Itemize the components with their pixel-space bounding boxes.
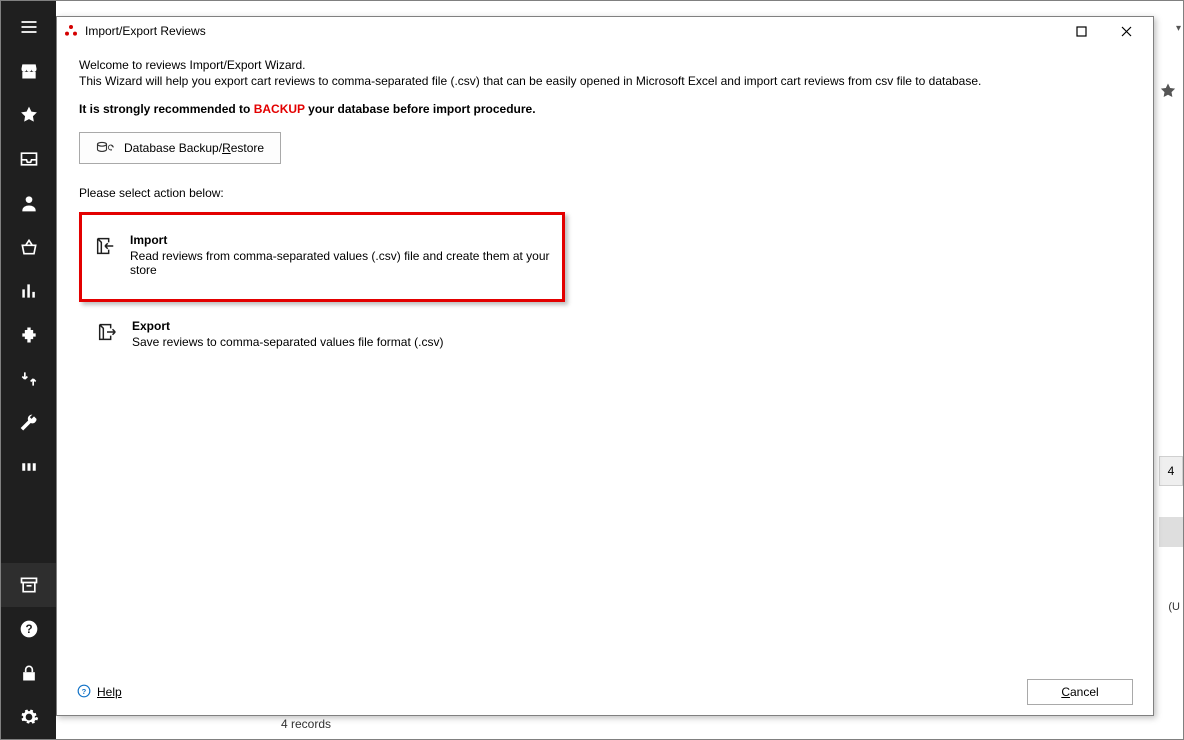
dialog-title: Import/Export Reviews: [85, 24, 206, 38]
sidebar-basket[interactable]: [1, 225, 56, 269]
bg-cell-text: (U: [1168, 601, 1180, 613]
bg-grey-band: [1159, 517, 1183, 547]
help-label: Help: [97, 685, 122, 699]
window-close-button[interactable]: [1104, 19, 1149, 43]
sidebar-store[interactable]: [1, 49, 56, 93]
app-root: ▾ 4 (U 4 records ? Import/Export Reviews: [0, 0, 1184, 740]
backup-button-label: Database Backup/Restore: [124, 141, 264, 155]
sidebar-user[interactable]: [1, 181, 56, 225]
intro-line-1: Welcome to reviews Import/Export Wizard.: [79, 57, 1131, 73]
database-backup-restore-button[interactable]: Database Backup/Restore: [79, 132, 281, 164]
intro-line-2: This Wizard will help you export cart re…: [79, 73, 1131, 89]
bg-dropdown-caret: ▾: [1176, 23, 1181, 34]
cancel-button[interactable]: Cancel: [1027, 679, 1133, 705]
svg-text:?: ?: [25, 623, 32, 636]
sidebar-plugin[interactable]: [1, 313, 56, 357]
sidebar-sync[interactable]: [1, 445, 56, 489]
import-title: Import: [130, 233, 552, 247]
sidebar-gear[interactable]: [1, 695, 56, 739]
export-icon: [96, 321, 118, 343]
sidebar-wrench[interactable]: [1, 401, 56, 445]
sidebar-inbox[interactable]: [1, 137, 56, 181]
dialog-body: Welcome to reviews Import/Export Wizard.…: [57, 45, 1153, 715]
export-title: Export: [132, 319, 443, 333]
export-desc: Save reviews to comma-separated values f…: [132, 335, 443, 349]
svg-text:?: ?: [82, 686, 87, 695]
sidebar-chart[interactable]: [1, 269, 56, 313]
dialog-titlebar: Import/Export Reviews: [57, 17, 1153, 45]
records-count-label: 4 records: [281, 717, 331, 731]
bg-cell-4: 4: [1159, 456, 1183, 486]
app-logo-icon: [63, 23, 79, 39]
window-maximize-button[interactable]: [1059, 19, 1104, 43]
import-action-card[interactable]: Import Read reviews from comma-separated…: [79, 212, 565, 302]
import-export-dialog: Import/Export Reviews Welcome to reviews…: [56, 16, 1154, 716]
sidebar-help[interactable]: ?: [1, 607, 56, 651]
dialog-footer: ? Help Cancel: [57, 669, 1153, 715]
sidebar-star[interactable]: [1, 93, 56, 137]
help-icon: ?: [77, 684, 91, 701]
export-action-card[interactable]: Export Save reviews to comma-separated v…: [79, 302, 565, 366]
sidebar-menu[interactable]: [1, 5, 56, 49]
bg-column-star: [1159, 81, 1177, 101]
sidebar: ?: [1, 1, 56, 739]
help-link[interactable]: ? Help: [77, 684, 122, 701]
actions-area: Import Read reviews from comma-separated…: [79, 212, 1131, 366]
sidebar-lock[interactable]: [1, 651, 56, 695]
import-icon: [94, 235, 116, 257]
backup-recommendation: It is strongly recommended to BACKUP you…: [79, 101, 1131, 117]
select-action-prompt: Please select action below:: [79, 186, 1131, 200]
sidebar-transfer[interactable]: [1, 357, 56, 401]
sidebar-archive[interactable]: [1, 563, 56, 607]
import-desc: Read reviews from comma-separated values…: [130, 249, 552, 277]
database-backup-icon: [96, 141, 114, 155]
